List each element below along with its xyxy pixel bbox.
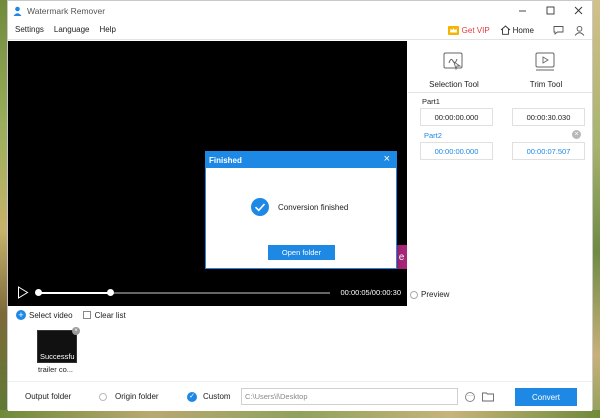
custom-radio-checked[interactable]: ✓ (187, 392, 197, 402)
select-video-label: Select video (29, 310, 73, 320)
desktop-background-right (593, 0, 600, 418)
player-controls: 00:00:05/00:00:30 (8, 280, 407, 306)
tool-tabs: Selection Tool Trim Tool (408, 41, 592, 93)
tab-selection-tool[interactable]: Selection Tool (408, 41, 500, 93)
home-icon (500, 25, 511, 35)
custom-label: Custom (203, 392, 231, 401)
maximize-icon[interactable] (536, 1, 564, 20)
check-circle-icon (251, 198, 269, 216)
menu-bar: Settings Language Help Get VIP Home (8, 20, 592, 40)
trim-tool-icon (533, 51, 557, 73)
preview-toggle[interactable]: Preview (410, 290, 449, 299)
part2-start-field[interactable]: 00:00:00.000 (420, 142, 493, 160)
close-icon[interactable] (564, 1, 592, 20)
menu-help[interactable]: Help (100, 25, 116, 34)
crown-icon (447, 25, 459, 35)
selection-tool-label: Selection Tool (429, 80, 479, 89)
select-video-button[interactable]: + Select video (16, 310, 73, 320)
home-label: Home (512, 25, 534, 35)
remove-part2-icon[interactable]: × (572, 130, 581, 139)
menu-language[interactable]: Language (54, 25, 90, 34)
part1-label: Part1 (422, 97, 440, 106)
preview-label: Preview (421, 290, 450, 299)
get-vip-button[interactable]: Get VIP (447, 25, 490, 35)
thumbnail-status: Successfu (40, 352, 75, 361)
desktop-background-left (0, 0, 7, 418)
home-button[interactable]: Home (500, 25, 534, 35)
dialog-close-icon[interactable]: × (384, 153, 390, 165)
part1-end-field[interactable]: 00:00:30.030 (512, 108, 585, 126)
output-folder-label: Output folder (25, 392, 72, 401)
menu-settings[interactable]: Settings (15, 25, 44, 34)
get-vip-label: Get VIP (461, 25, 490, 35)
video-thumbnail[interactable]: Successfu (37, 330, 77, 363)
dialog-title: Finished (209, 155, 242, 165)
remove-thumbnail-icon[interactable]: × (72, 327, 80, 335)
video-overlay-letter: e (396, 245, 407, 269)
range-start-handle[interactable] (35, 289, 42, 296)
thumbnail-filename: trailer co... (38, 365, 74, 374)
time-display: 00:00:05/00:00:30 (340, 288, 401, 297)
file-bar: + Select video Clear list (8, 307, 592, 323)
folder-icon[interactable] (482, 391, 494, 402)
dialog-message: Conversion finished (278, 203, 349, 212)
more-options-icon[interactable]: ··· (465, 392, 475, 402)
trim-tool-label: Trim Tool (529, 80, 563, 89)
window-controls (508, 1, 592, 20)
user-icon[interactable] (572, 23, 586, 37)
minimize-icon[interactable] (508, 1, 536, 20)
window-title: Watermark Remover (27, 5, 106, 16)
dialog-header: Finished × (206, 152, 396, 168)
menu-right-group: Get VIP Home (447, 20, 586, 40)
finished-dialog: Finished × Conversion finished Open fold… (205, 151, 397, 269)
dialog-body: Conversion finished Open folder (206, 168, 396, 268)
origin-folder-label: Origin folder (115, 392, 159, 401)
part2-end-field[interactable]: 00:00:07.507 (512, 142, 585, 160)
tab-trim-tool[interactable]: Trim Tool (500, 41, 592, 93)
chat-icon[interactable] (551, 23, 565, 37)
convert-button[interactable]: Convert (515, 388, 577, 406)
app-window: Watermark Remover Settings Language Help… (7, 0, 593, 411)
desktop-background-bottom (0, 410, 600, 418)
part2-label: Part2 (424, 131, 442, 140)
output-bar: Output folder Origin folder ✓ Custom ···… (8, 381, 592, 411)
output-path-input[interactable] (241, 388, 458, 405)
clear-list-label: Clear list (94, 310, 126, 320)
clear-list-button[interactable]: Clear list (82, 310, 126, 320)
progress-track[interactable] (35, 289, 330, 296)
part1-start-field[interactable]: 00:00:00.000 (420, 108, 493, 126)
selection-tool-icon (441, 51, 465, 73)
progress-fill (37, 292, 111, 294)
preview-radio[interactable] (410, 290, 418, 299)
tool-panel: Selection Tool Trim Tool Part1 00:00:00.… (408, 41, 592, 306)
title-bar: Watermark Remover (8, 1, 592, 20)
plus-icon: + (16, 310, 26, 320)
playhead-handle[interactable] (107, 289, 115, 296)
origin-folder-radio[interactable] (99, 393, 107, 401)
clear-list-checkbox-icon (82, 311, 91, 319)
play-icon[interactable] (17, 286, 29, 299)
app-person-icon (12, 6, 22, 16)
open-folder-button[interactable]: Open folder (268, 245, 335, 260)
